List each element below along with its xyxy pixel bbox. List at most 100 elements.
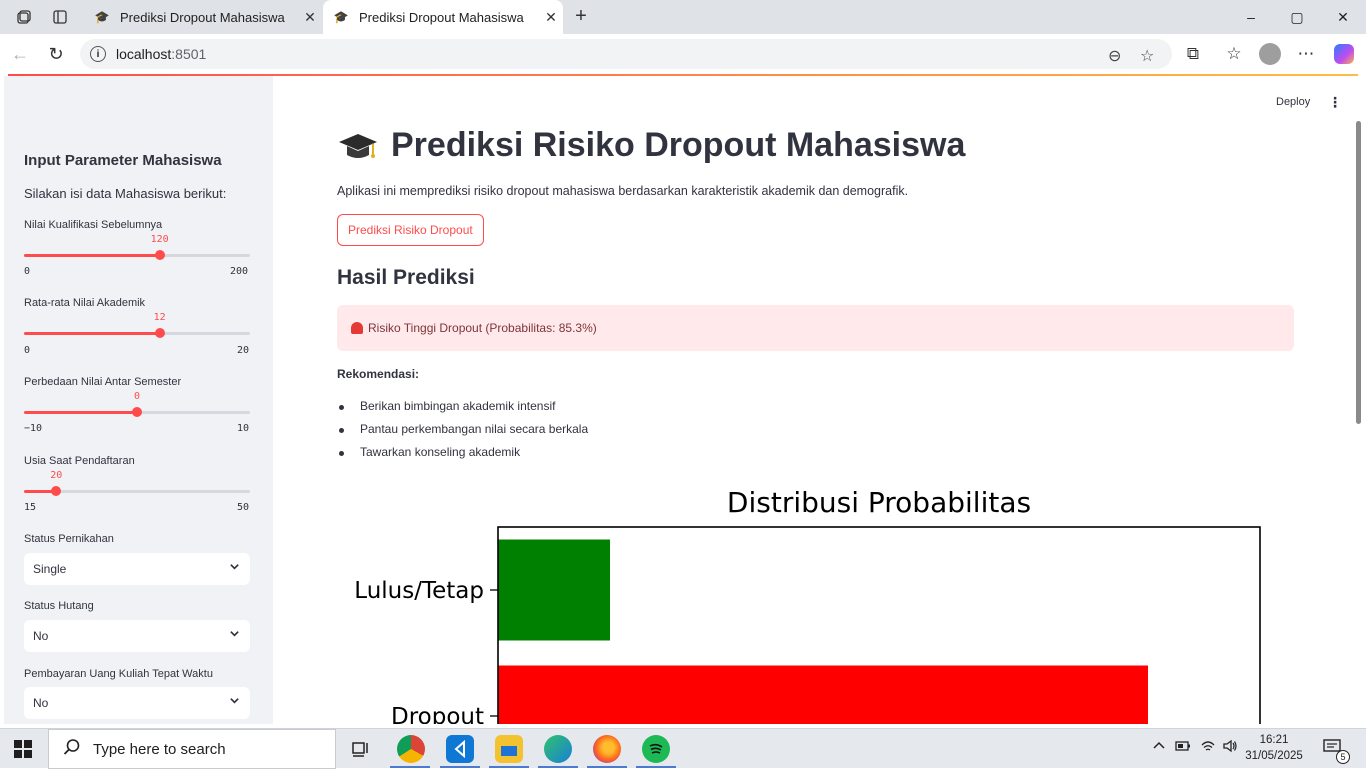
- workspaces-icon[interactable]: [13, 6, 35, 28]
- back-icon[interactable]: ←: [8, 42, 32, 66]
- slider-rata-rata-nilai[interactable]: 12: [24, 312, 250, 338]
- list-item: Pantau perkembangan nilai secara berkala: [337, 419, 588, 442]
- notifications-icon[interactable]: 5: [1320, 739, 1350, 764]
- browser-tab-2[interactable]: 🎓 Prediksi Dropout Mahasiswa ✕: [323, 0, 563, 34]
- slider-max: 200: [230, 266, 249, 277]
- slider-fill: [24, 332, 160, 335]
- app-menu-icon[interactable]: ⋮: [1328, 94, 1342, 111]
- select-pembayaran[interactable]: No: [24, 687, 250, 719]
- slider-thumb[interactable]: [132, 407, 142, 417]
- select-label-status-pernikahan: Status Pernikahan: [24, 533, 114, 545]
- task-view-icon[interactable]: [346, 735, 374, 763]
- chevron-down-icon: [229, 561, 240, 575]
- favorites-bar-icon[interactable]: ☆: [1222, 42, 1246, 66]
- recommendation-label: Rekomendasi:: [337, 367, 420, 381]
- edge-icon[interactable]: [544, 735, 572, 763]
- extensions-icon[interactable]: ⧉: [1181, 42, 1205, 66]
- slider-perbedaan-nilai[interactable]: 0: [24, 391, 250, 417]
- siren-icon: [351, 322, 363, 334]
- refresh-icon[interactable]: ↻: [44, 42, 68, 66]
- select-status-pernikahan[interactable]: Single: [24, 553, 250, 585]
- url-port: :8501: [171, 46, 207, 62]
- page-title: Prediksi Risiko Dropout Mahasiswa: [337, 126, 965, 165]
- address-bar-row: ← ↻ i localhost:8501 ⊖ ☆ ⧉ ☆ ⋯: [0, 34, 1366, 74]
- graduation-cap-icon: 🎓: [94, 10, 110, 24]
- slider-value: 12: [153, 312, 166, 323]
- sidebar-header: Input Parameter Mahasiswa: [24, 152, 222, 169]
- maximize-icon[interactable]: ▢: [1274, 0, 1320, 34]
- taskbar: Type here to search 16:21 31/05/2025 5: [0, 728, 1366, 769]
- result-heading: Hasil Prediksi: [337, 266, 475, 289]
- spotify-icon[interactable]: [642, 735, 670, 763]
- minimize-icon[interactable]: –: [1228, 0, 1274, 34]
- tab-title: Prediksi Dropout Mahasiswa: [120, 9, 285, 25]
- graduation-cap-icon: [337, 128, 379, 164]
- search-icon: [63, 738, 81, 761]
- deploy-button[interactable]: Deploy: [1276, 96, 1310, 108]
- chart-category-label: Lulus/Tetap: [354, 578, 484, 604]
- slider-label-nilai-kualifikasi: Nilai Kualifikasi Sebelumnya: [24, 219, 163, 231]
- favorite-star-icon[interactable]: ☆: [1140, 46, 1154, 66]
- system-clock[interactable]: 16:21 31/05/2025: [1244, 732, 1304, 764]
- list-item: Berikan bimbingan akademik intensif: [337, 396, 588, 419]
- browser-tab-1[interactable]: 🎓 Prediksi Dropout Mahasiswa ✕: [84, 0, 322, 34]
- risk-alert: Risiko Tinggi Dropout (Probabilitas: 85.…: [337, 305, 1294, 351]
- chevron-down-icon: [229, 628, 240, 642]
- sidebar-subheader: Silakan isi data Mahasiswa berikut:: [24, 186, 227, 201]
- firefox-icon[interactable]: [593, 735, 621, 763]
- chrome-icon[interactable]: [397, 735, 425, 763]
- slider-thumb[interactable]: [51, 486, 62, 496]
- select-status-hutang[interactable]: No: [24, 620, 250, 652]
- slider-thumb[interactable]: [154, 250, 165, 260]
- chevron-down-icon: [229, 695, 240, 709]
- main-content: Deploy ⋮ Prediksi Risiko Dropout Mahasis…: [273, 76, 1366, 724]
- chart-bar: [498, 539, 611, 641]
- taskbar-search[interactable]: Type here to search: [48, 729, 336, 769]
- slider-fill: [24, 254, 160, 257]
- site-info-icon[interactable]: i: [90, 46, 106, 62]
- slider-fill: [24, 411, 137, 414]
- scrollbar[interactable]: [1356, 121, 1361, 424]
- slider-nilai-kualifikasi[interactable]: 120: [24, 234, 250, 260]
- vscode-icon[interactable]: [446, 735, 474, 763]
- clock-date: 31/05/2025: [1245, 750, 1303, 762]
- select-label-pembayaran: Pembayaran Uang Kuliah Tepat Waktu: [24, 668, 213, 680]
- window-close-icon[interactable]: ✕: [1320, 0, 1366, 34]
- slider-max: 20: [237, 345, 250, 356]
- slider-label-usia: Usia Saat Pendaftaran: [24, 455, 135, 467]
- slider-value: 0: [133, 391, 141, 402]
- notification-count: 5: [1336, 750, 1350, 764]
- file-explorer-icon[interactable]: [495, 735, 523, 763]
- slider-min: 0: [24, 266, 31, 277]
- slider-min: 0: [24, 345, 31, 356]
- sidebar: Input Parameter Mahasiswa Silakan isi da…: [4, 76, 273, 724]
- windows-start-icon[interactable]: [14, 740, 32, 758]
- tab-actions-icon[interactable]: [49, 6, 71, 28]
- copilot-icon[interactable]: [1332, 42, 1356, 66]
- zoom-icon[interactable]: ⊖: [1108, 46, 1121, 66]
- browser-menu-icon[interactable]: ⋯: [1294, 42, 1318, 66]
- risk-alert-text: Risiko Tinggi Dropout (Probabilitas: 85.…: [368, 321, 597, 335]
- tab-close-icon[interactable]: ✕: [539, 9, 563, 26]
- slider-value: 120: [150, 234, 169, 245]
- url-field[interactable]: i localhost:8501 ⊖ ☆: [80, 39, 1172, 69]
- slider-usia[interactable]: 20: [24, 470, 250, 496]
- slider-thumb[interactable]: [154, 328, 165, 338]
- profile-avatar-icon[interactable]: [1258, 42, 1282, 66]
- recommendation-list: Berikan bimbingan akademik intensif Pant…: [337, 396, 588, 465]
- new-tab-icon[interactable]: +: [570, 4, 592, 28]
- battery-icon[interactable]: [1175, 739, 1191, 756]
- search-placeholder: Type here to search: [93, 740, 226, 758]
- clock-time: 16:21: [1259, 734, 1289, 746]
- slider-value: 20: [50, 470, 63, 481]
- tray-chevron-up-icon[interactable]: [1152, 739, 1166, 756]
- slider-min: −10: [24, 423, 43, 434]
- predict-button[interactable]: Prediksi Risiko Dropout: [337, 214, 484, 246]
- chart-bar: [498, 665, 1148, 724]
- tab-close-icon[interactable]: ✕: [298, 9, 322, 26]
- select-value: No: [33, 629, 49, 643]
- wifi-icon[interactable]: [1200, 739, 1216, 756]
- page-title-text: Prediksi Risiko Dropout Mahasiswa: [391, 126, 966, 164]
- volume-icon[interactable]: [1222, 739, 1238, 756]
- select-label-status-hutang: Status Hutang: [24, 600, 94, 612]
